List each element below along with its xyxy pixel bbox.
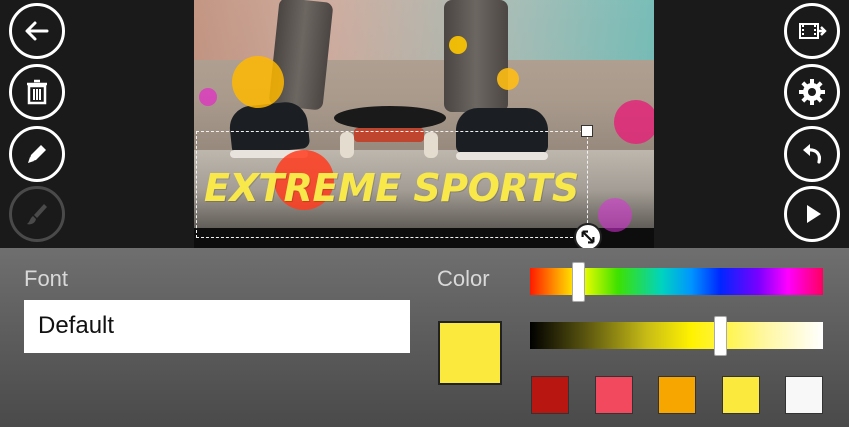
color-preset-yellow[interactable]	[721, 376, 760, 414]
back-button[interactable]	[9, 3, 65, 59]
hue-slider-thumb[interactable]	[571, 262, 585, 302]
brush-button[interactable]	[9, 186, 65, 242]
left-toolbar	[0, 0, 70, 248]
play-button[interactable]	[784, 186, 840, 242]
text-box-corner-handle[interactable]	[581, 125, 593, 137]
play-icon	[807, 205, 821, 223]
shade-slider-thumb[interactable]	[713, 316, 727, 356]
resize-arrows-icon	[581, 230, 595, 244]
back-arrow-icon	[25, 21, 49, 41]
pencil-icon	[28, 145, 46, 163]
undo-icon	[803, 144, 822, 164]
font-selector[interactable]: Default	[24, 300, 410, 353]
color-preset-orange[interactable]	[658, 376, 696, 414]
delete-button[interactable]	[9, 64, 65, 120]
edit-button[interactable]	[9, 126, 65, 182]
color-preset-pink[interactable]	[594, 376, 633, 414]
video-editor-screen: EXTREME SPORTS Font Default Color	[0, 0, 849, 427]
brush-icon	[27, 204, 47, 225]
color-preset-white[interactable]	[785, 376, 823, 414]
text-style-panel: Font Default Color	[0, 248, 849, 427]
font-label: Font	[24, 266, 69, 291]
color-label: Color	[437, 266, 490, 291]
settings-button[interactable]	[784, 64, 840, 120]
selected-color-swatch	[438, 321, 502, 385]
gear-icon	[799, 79, 825, 105]
editing-area: EXTREME SPORTS	[0, 0, 849, 251]
shade-slider[interactable]	[530, 322, 823, 349]
export-button[interactable]	[784, 3, 840, 59]
undo-button[interactable]	[784, 126, 840, 182]
film-export-icon	[799, 23, 827, 39]
color-preset-dark-red[interactable]	[531, 376, 569, 414]
resize-rotate-handle[interactable]	[574, 223, 602, 251]
text-selection-box[interactable]	[196, 131, 588, 238]
right-toolbar	[779, 0, 849, 248]
trash-icon	[27, 79, 47, 105]
